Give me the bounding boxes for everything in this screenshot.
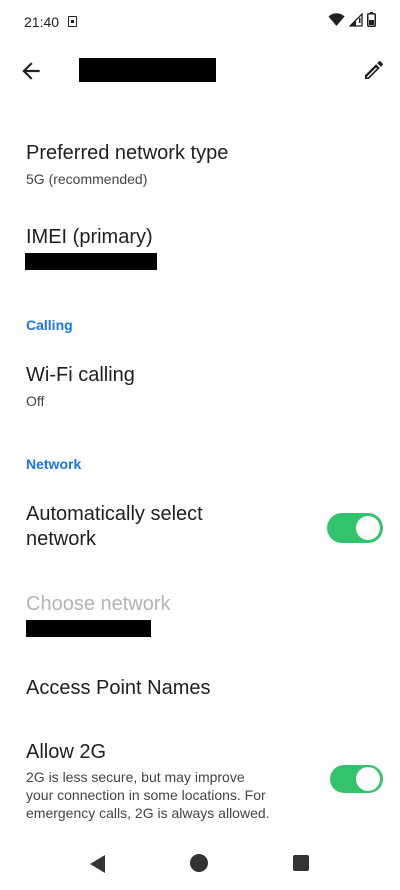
allow-2g-summary-line2: your connection in some locations. For xyxy=(26,787,266,803)
auto-select-title-line2: network xyxy=(26,528,97,550)
auto-select-title-line1: Automatically select xyxy=(26,503,203,525)
wifi-icon xyxy=(328,12,345,26)
battery-icon xyxy=(367,12,376,27)
allow-2g-summary-line3: emergency calls, 2G is always allowed. xyxy=(26,805,270,821)
status-time: 21:40 xyxy=(24,14,60,30)
apn-title: Access Point Names xyxy=(26,677,211,699)
wifi-calling-summary: Off xyxy=(26,393,45,409)
toggle-knob xyxy=(356,767,380,791)
calling-category-header: Calling xyxy=(26,317,73,333)
auto-select-toggle[interactable] xyxy=(327,513,383,543)
nav-back-icon[interactable] xyxy=(88,854,108,874)
allow-2g-summary-line1: 2G is less secure, but may improve xyxy=(26,769,245,785)
choose-network-value-redacted xyxy=(26,620,151,637)
choose-network-title: Choose network xyxy=(26,593,171,615)
preferred-network-summary: 5G (recommended) xyxy=(26,171,148,187)
nav-recents-icon[interactable] xyxy=(293,855,309,871)
imei-value-redacted xyxy=(25,253,157,270)
sim-card-icon xyxy=(68,16,77,27)
nav-home-icon[interactable] xyxy=(190,854,208,872)
preferred-network-title: Preferred network type xyxy=(26,142,229,164)
allow-2g-title: Allow 2G xyxy=(26,741,107,763)
pencil-icon[interactable] xyxy=(362,58,386,82)
network-category-header: Network xyxy=(26,456,82,472)
status-icons xyxy=(328,12,376,27)
arrow-back-icon[interactable] xyxy=(18,58,44,84)
toggle-knob xyxy=(356,516,380,540)
wifi-calling-title: Wi-Fi calling xyxy=(26,364,135,386)
allow-2g-toggle[interactable] xyxy=(330,765,383,793)
page-title-redacted xyxy=(79,58,216,82)
signal-icon xyxy=(349,12,363,27)
imei-title: IMEI (primary) xyxy=(26,226,153,248)
